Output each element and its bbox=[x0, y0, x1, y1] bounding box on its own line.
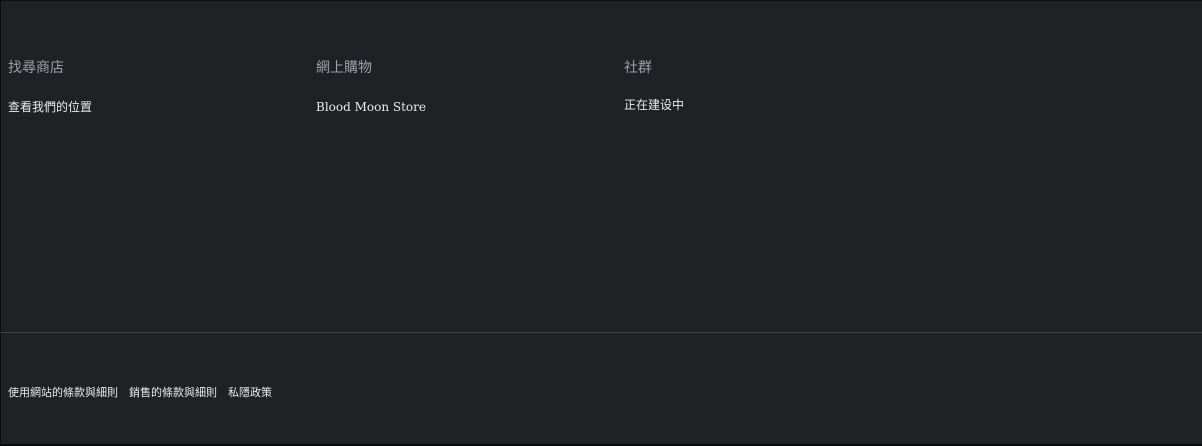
terms-of-sale-link[interactable]: 銷售的條款與細則 bbox=[129, 385, 217, 401]
footer-divider bbox=[0, 332, 1202, 333]
footer-column-community: 社群 正在建设中 bbox=[624, 59, 932, 115]
community-heading: 社群 bbox=[624, 60, 652, 76]
legal-links: 使用網站的條款與細則 銷售的條款與細則 私隱政策 bbox=[8, 385, 272, 401]
footer-column-online-shop: 網上購物 Blood Moon Store bbox=[316, 59, 624, 115]
community-status-text: 正在建设中 bbox=[624, 98, 685, 112]
terms-of-use-link[interactable]: 使用網站的條款與細則 bbox=[8, 385, 118, 401]
footer-column-find-store: 找尋商店 查看我們的位置 bbox=[8, 59, 316, 115]
store-link[interactable]: Blood Moon Store bbox=[316, 99, 426, 115]
online-shop-heading: 網上購物 bbox=[316, 60, 372, 76]
view-locations-link[interactable]: 查看我們的位置 bbox=[8, 99, 92, 115]
find-store-heading: 找尋商店 bbox=[8, 60, 64, 76]
footer-columns: 找尋商店 查看我們的位置 網上購物 Blood Moon Store 社群 正在… bbox=[8, 59, 932, 115]
privacy-policy-link[interactable]: 私隱政策 bbox=[228, 385, 272, 401]
